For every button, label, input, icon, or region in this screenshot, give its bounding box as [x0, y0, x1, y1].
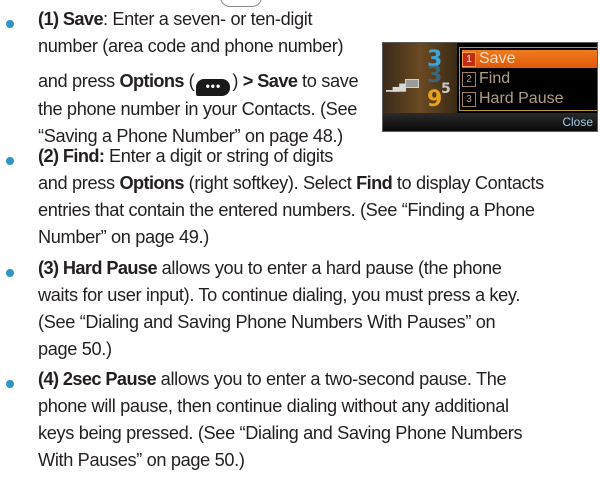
close-softkey[interactable]: Close	[562, 115, 593, 129]
item-label: (3) Hard Pause	[38, 258, 158, 278]
menu-item-find[interactable]: 2 Find	[462, 70, 597, 88]
item-label: (2) Find:	[38, 146, 105, 166]
bullet-icon	[6, 269, 14, 277]
item-label: (1) Save	[38, 9, 104, 29]
manual-page: (1) Save: Enter a seven- or ten-digit nu…	[0, 0, 600, 500]
options-softkey-icon: •••	[196, 79, 231, 96]
bullet-icon	[6, 157, 14, 165]
phone-screen-image: 3 3 9 5 ▁▃▅ 1 Save 2 Find 3 Hard Pause Clos…	[382, 42, 598, 132]
menu-item-hard-pause[interactable]: 3 Hard Pause	[462, 90, 597, 108]
item-text: (3) Hard Pause allows you to enter a har…	[38, 258, 521, 359]
battery-icon	[405, 79, 419, 88]
bullet-icon	[6, 380, 14, 388]
item-text: (4) 2sec Pause allows you to enter a two…	[38, 369, 523, 470]
softkey-bar: Close	[383, 113, 597, 131]
options-menu: 1 Save 2 Find 3 Hard Pause	[459, 47, 597, 111]
signal-icon: ▁▃▅	[386, 79, 406, 92]
bullet-icon	[6, 20, 14, 28]
item-text: (1) Save: Enter a seven- or ten-digit nu…	[38, 9, 359, 146]
item-text: (2) Find: Enter a digit or string of dig…	[38, 146, 544, 247]
menu-item-save[interactable]: 1 Save	[462, 50, 597, 68]
item-label: (4) 2sec Pause	[38, 369, 157, 389]
